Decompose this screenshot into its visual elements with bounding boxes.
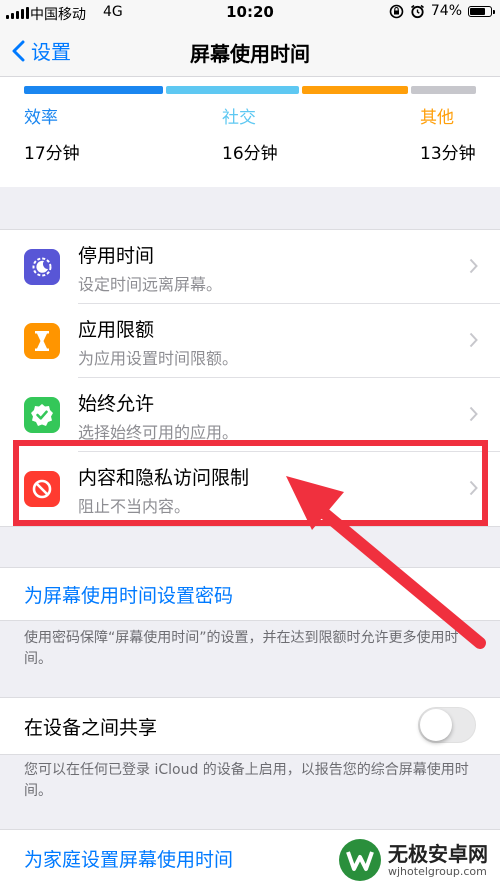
watermark: 无极安卓网 wjhotelgroup.com (332, 835, 494, 885)
watermark-logo-icon (339, 839, 381, 881)
arrow-annotation-icon (286, 476, 486, 649)
watermark-site: wjhotelgroup.com (388, 864, 487, 878)
watermark-brand: 无极安卓网 (388, 841, 488, 866)
